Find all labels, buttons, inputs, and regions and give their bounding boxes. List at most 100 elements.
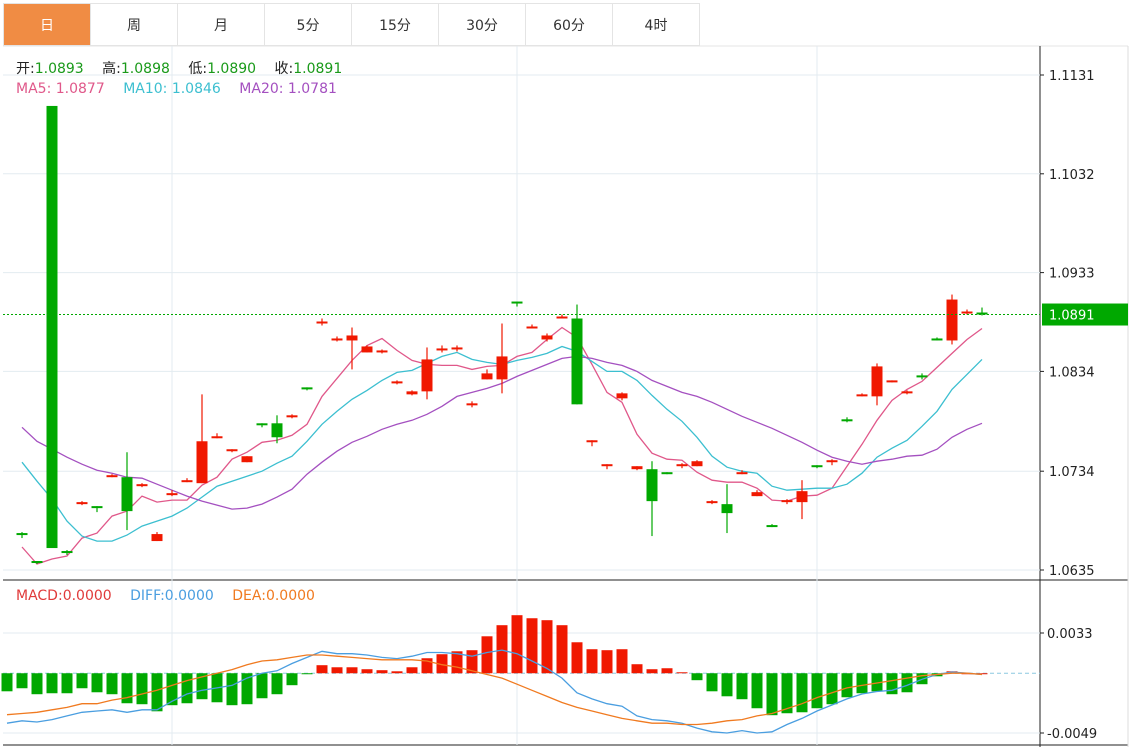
macd-bar <box>181 673 193 704</box>
macd-bar <box>31 673 43 695</box>
candle <box>526 324 538 329</box>
candle-body <box>676 464 688 467</box>
candle <box>976 307 988 316</box>
candle-body <box>136 484 148 487</box>
y-tick-label: 1.0834 <box>1049 365 1095 380</box>
candle-body <box>511 301 523 304</box>
low-label: 低: <box>188 61 208 77</box>
candle <box>646 461 658 537</box>
candle-body <box>31 561 43 564</box>
macd-bar <box>301 673 313 675</box>
macd-bar <box>901 673 913 693</box>
y-tick-label: -0.0049 <box>1047 727 1097 742</box>
candle-body <box>661 472 673 475</box>
ma20-value: 1.0781 <box>287 81 337 97</box>
candle-body <box>286 415 298 418</box>
macd-bar <box>496 625 508 674</box>
candle-body <box>541 335 553 340</box>
macd-legend: MACD:0.0000 DIFF:0.0000 DEA:0.0000 <box>16 588 315 604</box>
candle <box>796 480 808 520</box>
macd-bar <box>1 673 13 692</box>
candle <box>346 327 358 370</box>
candle <box>511 301 523 307</box>
macd-bar <box>676 672 688 674</box>
candle-body <box>196 441 208 484</box>
macd-bar <box>481 636 493 674</box>
candle <box>151 532 163 542</box>
macd-bar <box>361 669 373 674</box>
candle <box>811 465 823 469</box>
candle <box>541 333 553 342</box>
candle <box>691 460 703 467</box>
candle-body <box>151 534 163 542</box>
macd-bar <box>331 667 343 674</box>
candle <box>136 483 148 488</box>
candle <box>826 459 838 466</box>
y-tick-label: 0.0033 <box>1047 627 1093 642</box>
candle <box>946 294 958 345</box>
candle <box>196 394 208 484</box>
candle-body <box>256 423 268 426</box>
candle-body <box>886 380 898 383</box>
ma10-value: 1.0846 <box>171 81 221 97</box>
ma5-value: 1.0877 <box>55 81 105 97</box>
candle <box>256 423 268 428</box>
ma20-label: MA20: <box>239 81 284 97</box>
candle-body <box>646 469 658 502</box>
macd-bar <box>46 673 58 694</box>
macd-bar <box>706 673 718 692</box>
macd-bar <box>661 668 673 674</box>
candle <box>46 105 58 549</box>
candle <box>931 337 943 341</box>
macd-bar <box>256 673 268 699</box>
macd-bar <box>136 673 148 705</box>
macd-bar <box>826 673 838 705</box>
macd-bar <box>166 673 178 706</box>
ma-legend: MA5: 1.0877 MA10: 1.0846 MA20: 1.0781 <box>16 81 337 97</box>
candle <box>886 380 898 383</box>
candle <box>841 417 853 423</box>
macd-bar <box>856 673 868 694</box>
macd-bar <box>571 642 583 674</box>
candle <box>601 464 613 470</box>
macd-bar <box>736 673 748 700</box>
candle <box>901 390 913 395</box>
candle-body <box>91 506 103 509</box>
candle <box>586 440 598 447</box>
candle-body <box>496 356 508 380</box>
dea-label: DEA: <box>232 588 266 604</box>
macd-bar <box>316 665 328 674</box>
candle <box>31 561 43 565</box>
macd-bar <box>841 673 853 698</box>
candle-body <box>736 472 748 475</box>
kline-chart[interactable]: 1.1131 1.1032 1.0933 1.0834 1.0734 1.0635 0.00… <box>0 0 1137 747</box>
macd-bar <box>811 673 823 709</box>
candle-body <box>826 460 838 463</box>
macd-bar <box>556 625 568 674</box>
candle-body <box>421 359 433 392</box>
y-tick-label: 1.0635 <box>1049 564 1095 579</box>
candle-body <box>331 338 343 341</box>
candle <box>286 414 298 419</box>
macd-bar <box>61 673 73 694</box>
candle-body <box>751 492 763 497</box>
diff-label: DIFF: <box>130 588 165 604</box>
candle <box>91 506 103 513</box>
high-value: 1.0898 <box>120 61 170 77</box>
macd-bar <box>376 670 388 674</box>
candle-body <box>211 436 223 439</box>
candle-body <box>901 391 913 394</box>
candle-body <box>181 480 193 483</box>
macd-bar <box>721 673 733 697</box>
candle-body <box>841 419 853 422</box>
diff-value: 0.0000 <box>164 588 214 604</box>
candle-body <box>301 387 313 390</box>
candle-body <box>451 347 463 350</box>
candle-body <box>316 321 328 324</box>
candle <box>226 449 238 453</box>
candle-body <box>781 500 793 503</box>
candle-body <box>811 465 823 468</box>
candle <box>961 309 973 315</box>
macd-bar <box>751 673 763 709</box>
macd-bar <box>616 649 628 674</box>
